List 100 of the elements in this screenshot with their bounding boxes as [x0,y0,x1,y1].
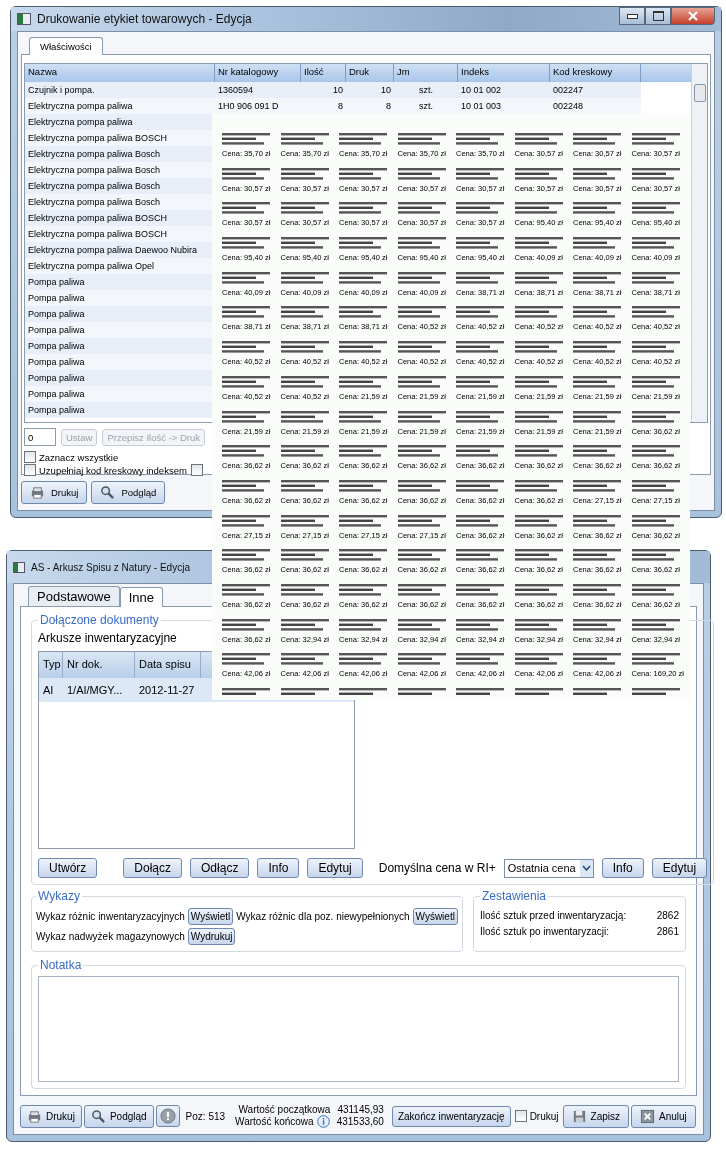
tab[interactable]: Właściwości [29,37,103,55]
label-fine-print-drawing [631,618,682,632]
tab[interactable]: Podstawowe [28,586,120,606]
table-cell: Elektryczna pompa paliwa [25,114,215,130]
label-fine-print-drawing [339,410,389,424]
close-button[interactable] [671,7,715,25]
label-fine-print-drawing [456,133,506,146]
maximize-button[interactable] [645,7,671,25]
info-icon[interactable] [316,1115,330,1128]
label-fine-print-drawing [514,445,565,459]
label-fine-print-drawing [222,410,272,424]
minimize-button[interactable] [619,7,645,25]
label-fine-print-drawing [631,479,682,493]
label-fine-print-drawing [222,167,272,181]
label-fine-print-drawing [339,445,389,459]
table-cell: Elektryczna pompa paliwa Bosch [25,146,215,162]
label-fine-print-drawing [280,133,331,146]
label-fine-print-drawing [280,549,331,563]
label-fine-print-drawing [631,549,682,563]
label-fine-print-drawing [514,583,565,597]
label-fine-print-drawing [573,445,623,459]
action-button[interactable]: Edytuj [307,858,363,878]
info-button[interactable] [155,1105,180,1127]
label-fine-print-drawing [514,514,565,528]
label-fine-print-drawing [222,653,272,667]
label-fine-print-drawing [631,410,682,424]
count-field[interactable]: 0 [24,428,56,446]
table-cell: 002247 [550,82,641,98]
label-fine-print-drawing [280,271,331,285]
action-button[interactable]: Info [257,858,300,878]
label-fine-print-drawing [280,445,331,459]
checkbox[interactable]: Drukuj [514,1110,559,1122]
label-fine-print-drawing [222,445,272,459]
label-fine-print-drawing [631,688,682,695]
table-cell: Elektryczna pompa paliwa Bosch [25,178,215,194]
finish-inventory-button[interactable]: Zakończ inwentaryzację [391,1105,511,1127]
label-fine-print-drawing [514,341,565,355]
preview-button[interactable]: Podgląd [91,481,166,504]
end-value-label: Wartość końcowa [235,1116,314,1127]
label-fine-print-drawing [397,514,448,528]
table-cell: Elektryczna pompa paliwa BOSCH [25,226,215,242]
table-cell: Elektryczna pompa paliwa Daewoo Nubira [25,242,215,258]
tab[interactable]: Inne [119,587,164,607]
label-fine-print-drawing [339,549,389,563]
show-button[interactable]: Wyświetl [187,908,234,925]
printer-icon [30,485,45,500]
note-field[interactable] [38,976,679,1082]
table-cell: szt. [394,98,458,114]
price-dropdown[interactable]: Ostatnia cena [503,858,594,878]
report-label: Wykaz różnic dla poz. niewypełnionych [236,911,410,922]
label-fine-print-drawing [456,618,506,632]
label-fine-print-drawing [280,237,331,251]
label-fine-print-drawing [456,202,506,216]
print-button[interactable]: Drukuj [21,481,88,504]
table-cell: szt. [394,82,458,98]
checkbox[interactable]: Uzupełniaj kod kreskowy indeksem [24,464,187,476]
print-button[interactable]: Drukuj [20,1104,82,1128]
label-fine-print-drawing [456,237,506,251]
label-fine-print-drawing [397,271,448,285]
position-count: Poz: 513 [185,1110,226,1122]
action-button[interactable]: Info [601,858,644,878]
window-title: AS - Arkusz Spisu z Natury - Edycja [31,561,190,573]
label-fine-print-drawing [280,618,331,632]
label-fine-print-drawing [456,688,506,695]
label-fine-print-drawing [456,514,506,528]
label-fine-print-drawing [280,688,331,695]
preview-button[interactable]: Podgląd [83,1104,154,1128]
label-fine-print-drawing [631,653,682,667]
summary-value: 2861 [656,926,679,937]
label-fine-print-drawing [631,514,682,528]
table-cell: Pompa paliwa [25,322,215,338]
label-fine-print-drawing [456,549,506,563]
table-cell: Elektryczna pompa paliwa BOSCH [25,210,215,226]
cancel-button[interactable]: Anuluj [631,1104,696,1128]
show-button[interactable]: Wyświetl [412,908,458,925]
checkbox[interactable] [190,464,203,476]
action-button[interactable]: Odłącz [190,858,250,878]
label-fine-print-drawing [397,306,448,320]
label-fine-print-drawing [631,202,682,216]
label-fine-print-drawing [514,306,565,320]
summary-label: Ilość sztuk po inwentaryzacji: [480,926,609,937]
save-button[interactable]: Zapisz [562,1104,629,1128]
checkbox[interactable]: Zaznacz wszystkie [24,451,119,463]
scrollbar[interactable] [691,64,707,422]
label-fine-print-drawing [631,271,682,285]
label-fine-print-drawing [222,688,272,695]
action-button[interactable]: Edytuj [651,858,708,878]
label-fine-print-drawing [456,306,506,320]
table-cell-text: AI [42,684,55,696]
group-title: Wykazy [37,889,81,903]
label-fine-print-drawing [222,479,272,493]
print-button[interactable]: Wydrukuj [187,928,236,945]
maximize-icon [652,11,664,21]
label-fine-print-drawing [573,167,623,181]
action-button[interactable]: Utwórz [38,858,98,878]
table-cell: Pompa paliwa [25,306,215,322]
label-fine-print-drawing [397,202,448,216]
minimize-icon [626,13,638,19]
table-cell: Pompa paliwa [25,370,215,386]
action-button[interactable]: Dołącz [123,858,183,878]
